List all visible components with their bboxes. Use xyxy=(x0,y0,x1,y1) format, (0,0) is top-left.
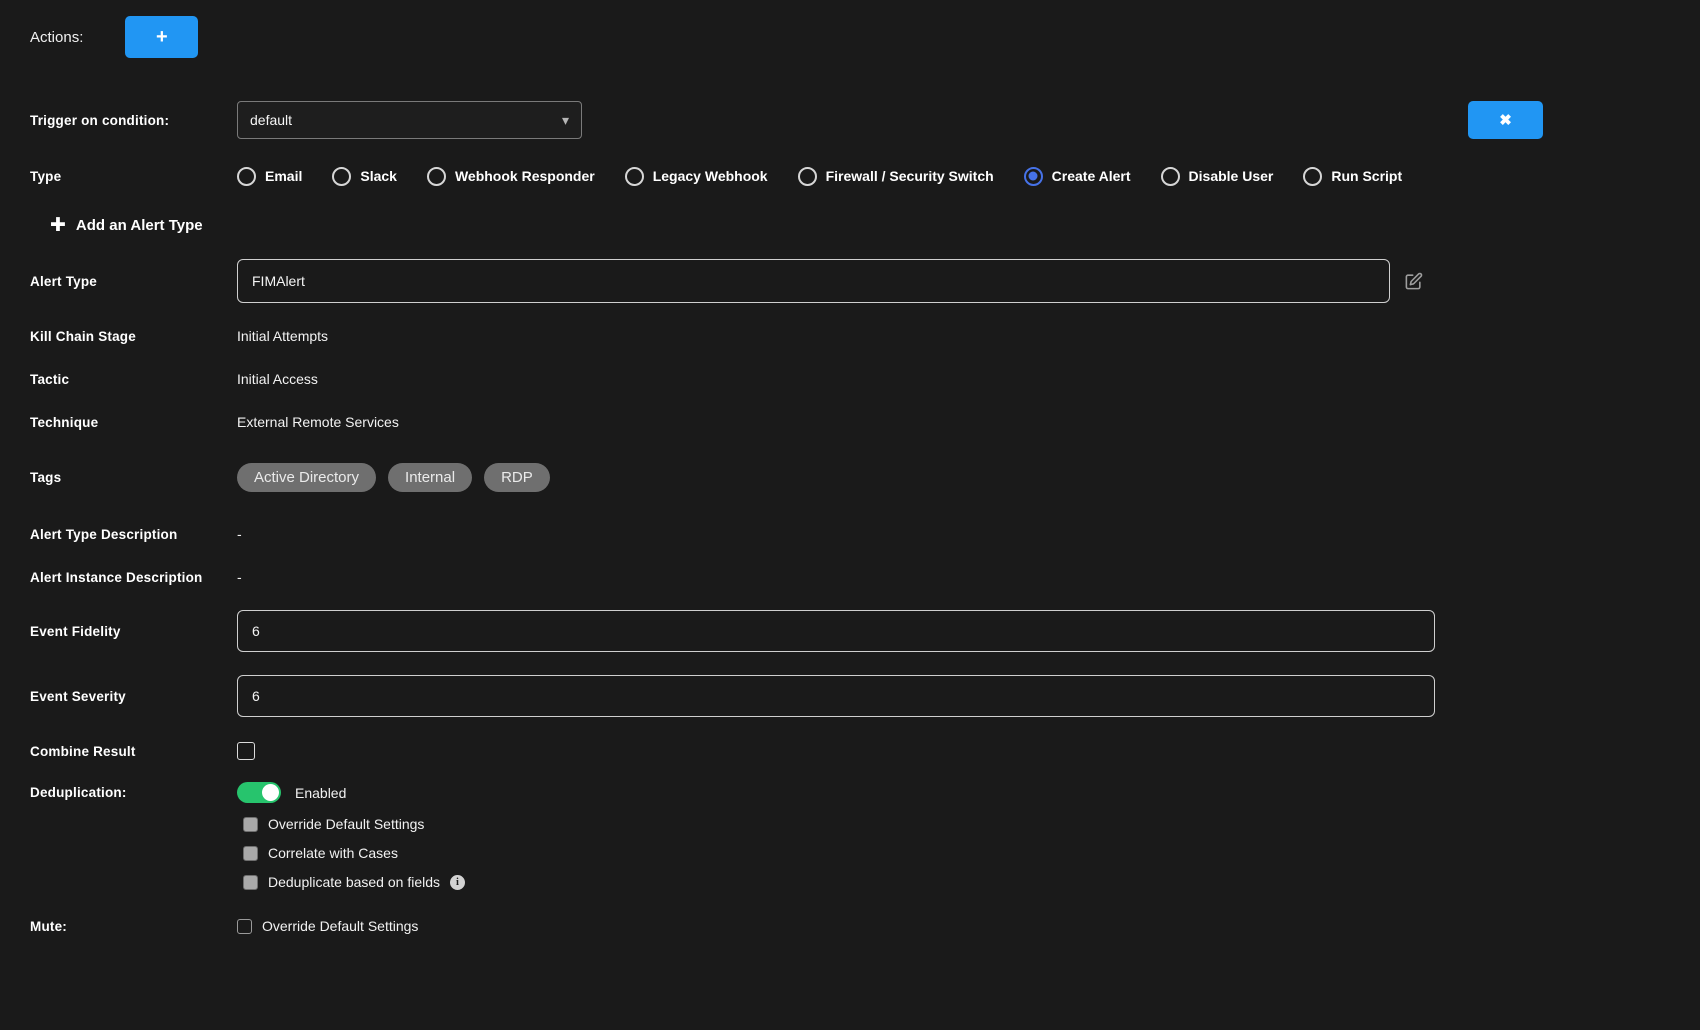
dedup-correlate-with-cases[interactable]: Correlate with Cases xyxy=(243,845,465,861)
mute-checkbox-label: Override Default Settings xyxy=(262,918,418,934)
event-fidelity-row: Event Fidelity xyxy=(30,610,1670,652)
radio-icon xyxy=(427,167,446,186)
combine-result-label: Combine Result xyxy=(30,744,237,759)
alert-type-description-value: - xyxy=(237,526,242,542)
event-severity-input[interactable] xyxy=(237,675,1435,717)
radio-label: Create Alert xyxy=(1052,168,1131,184)
alert-type-row: Alert Type xyxy=(30,259,1670,303)
alert-type-description-label: Alert Type Description xyxy=(30,527,237,542)
trigger-condition-select[interactable]: default ▾ xyxy=(237,101,582,139)
event-severity-row: Event Severity xyxy=(30,675,1670,717)
kill-chain-stage-row: Kill Chain Stage Initial Attempts xyxy=(30,327,1670,345)
radio-label: Slack xyxy=(360,168,397,184)
radio-option-webhook-responder[interactable]: Webhook Responder xyxy=(427,167,595,186)
actions-label: Actions: xyxy=(30,29,83,46)
tactic-row: Tactic Initial Access xyxy=(30,370,1670,388)
alert-instance-description-label: Alert Instance Description xyxy=(30,570,237,585)
deduplication-toggle-line: Enabled xyxy=(237,782,465,803)
alert-type-description-row: Alert Type Description - xyxy=(30,525,1670,543)
plus-icon: + xyxy=(156,26,168,49)
kill-chain-stage-label: Kill Chain Stage xyxy=(30,329,237,344)
alert-instance-description-row: Alert Instance Description - xyxy=(30,568,1670,586)
mute-row: Mute: Override Default Settings xyxy=(30,917,1670,935)
remove-action-button[interactable]: ✖ xyxy=(1468,101,1543,139)
radio-icon xyxy=(798,167,817,186)
deduplication-row: Deduplication: Enabled Override Default … xyxy=(30,782,1670,890)
radio-option-firewall-security-switch[interactable]: Firewall / Security Switch xyxy=(798,167,994,186)
type-label: Type xyxy=(30,169,237,184)
add-alert-type-label: Add an Alert Type xyxy=(76,217,203,234)
radio-option-email[interactable]: Email xyxy=(237,167,302,186)
combine-result-row: Combine Result xyxy=(30,742,1670,760)
checkbox-icon[interactable] xyxy=(243,817,258,832)
radio-icon xyxy=(625,167,644,186)
tactic-label: Tactic xyxy=(30,372,237,387)
mute-label: Mute: xyxy=(30,919,237,934)
alert-instance-description-value: - xyxy=(237,569,242,585)
dedup-override-default-settings[interactable]: Override Default Settings xyxy=(243,816,465,832)
radio-selected-icon xyxy=(1024,167,1043,186)
tag-rdp[interactable]: RDP xyxy=(484,463,550,492)
deduplication-toggle-label: Enabled xyxy=(295,785,346,801)
radio-option-create-alert[interactable]: Create Alert xyxy=(1024,167,1131,186)
actions-header: Actions: + xyxy=(30,16,1670,58)
checkbox-icon[interactable] xyxy=(243,846,258,861)
radio-icon xyxy=(237,167,256,186)
radio-option-run-script[interactable]: Run Script xyxy=(1303,167,1402,186)
tactic-value: Initial Access xyxy=(237,371,318,387)
event-severity-label: Event Severity xyxy=(30,689,237,704)
kill-chain-stage-value: Initial Attempts xyxy=(237,328,328,344)
chevron-down-icon: ▾ xyxy=(562,112,569,129)
technique-label: Technique xyxy=(30,415,237,430)
tag-internal[interactable]: Internal xyxy=(388,463,472,492)
radio-label: Webhook Responder xyxy=(455,168,595,184)
trigger-condition-value: default xyxy=(250,112,292,128)
plus-icon: ✚ xyxy=(50,214,66,237)
trigger-condition-row: Trigger on condition: default ▾ ✖ xyxy=(30,101,1670,139)
technique-row: Technique External Remote Services xyxy=(30,413,1670,431)
type-row: Type Email Slack Webhook Responder Legac… xyxy=(30,166,1670,186)
radio-label: Legacy Webhook xyxy=(653,168,768,184)
deduplication-toggle[interactable] xyxy=(237,782,281,803)
checkbox-label: Correlate with Cases xyxy=(268,845,398,861)
radio-option-disable-user[interactable]: Disable User xyxy=(1161,167,1274,186)
combine-result-checkbox[interactable] xyxy=(237,742,255,760)
dedup-deduplicate-based-on-fields[interactable]: Deduplicate based on fields i xyxy=(243,874,465,890)
mute-override-checkbox[interactable] xyxy=(237,919,252,934)
edit-icon[interactable] xyxy=(1404,272,1423,291)
deduplication-body: Enabled Override Default Settings Correl… xyxy=(237,782,465,890)
toggle-knob-icon xyxy=(262,784,279,801)
radio-icon xyxy=(1161,167,1180,186)
add-action-button[interactable]: + xyxy=(125,16,198,58)
radio-icon xyxy=(332,167,351,186)
radio-label: Disable User xyxy=(1189,168,1274,184)
deduplication-label: Deduplication: xyxy=(30,782,237,800)
checkbox-icon[interactable] xyxy=(243,875,258,890)
event-fidelity-label: Event Fidelity xyxy=(30,624,237,639)
alert-type-input[interactable] xyxy=(237,259,1390,303)
event-fidelity-input[interactable] xyxy=(237,610,1435,652)
trigger-condition-label: Trigger on condition: xyxy=(30,113,237,128)
add-alert-type-button[interactable]: ✚ Add an Alert Type xyxy=(50,213,1670,237)
tags-label: Tags xyxy=(30,470,237,485)
technique-value: External Remote Services xyxy=(237,414,399,430)
radio-label: Email xyxy=(265,168,302,184)
close-icon: ✖ xyxy=(1499,111,1512,129)
tags-row: Tags Active Directory Internal RDP xyxy=(30,461,1670,494)
radio-label: Firewall / Security Switch xyxy=(826,168,994,184)
info-icon: i xyxy=(450,875,465,890)
radio-icon xyxy=(1303,167,1322,186)
tag-active-directory[interactable]: Active Directory xyxy=(237,463,376,492)
radio-option-legacy-webhook[interactable]: Legacy Webhook xyxy=(625,167,768,186)
checkbox-label: Override Default Settings xyxy=(268,816,424,832)
radio-label: Run Script xyxy=(1331,168,1402,184)
alert-type-label: Alert Type xyxy=(30,274,237,289)
checkbox-label: Deduplicate based on fields xyxy=(268,874,440,890)
radio-option-slack[interactable]: Slack xyxy=(332,167,397,186)
type-radio-group: Email Slack Webhook Responder Legacy Web… xyxy=(237,167,1402,186)
